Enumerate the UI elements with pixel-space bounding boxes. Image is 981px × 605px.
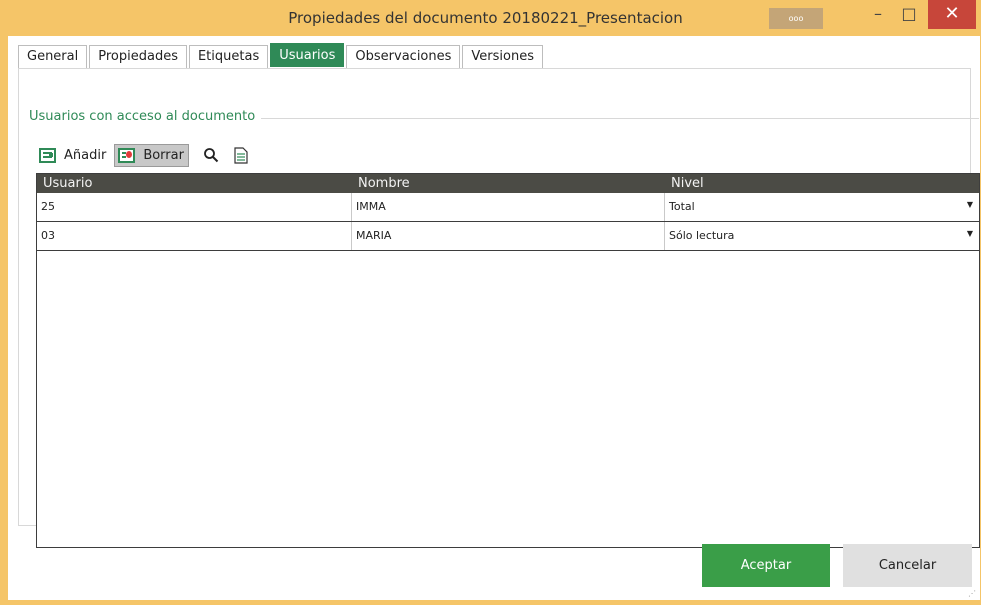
cell-usuario[interactable]: 25 <box>37 193 352 221</box>
search-icon[interactable] <box>200 144 222 166</box>
column-header-nivel[interactable]: Nivel <box>665 174 979 193</box>
add-button-label: Añadir <box>64 147 107 163</box>
dialog-body: General Propiedades Etiquetas Usuarios O… <box>8 36 980 600</box>
close-button[interactable]: ✕ <box>928 0 976 29</box>
toolbar: Añadir Borrar <box>35 143 252 167</box>
tab-panel: Usuarios con acceso al documento Añadir … <box>18 68 980 548</box>
cancel-button[interactable]: Cancelar <box>843 544 972 587</box>
accept-button[interactable]: Aceptar <box>702 544 830 587</box>
chevron-down-icon[interactable]: ▼ <box>967 222 973 246</box>
window-title: Propiedades del documento 20180221_Prese… <box>288 9 683 27</box>
minimize-button[interactable]: – <box>862 0 894 29</box>
delete-button-label: Borrar <box>143 147 184 163</box>
resize-grip-icon[interactable]: ⋰ <box>968 589 976 598</box>
table-row[interactable]: 25 IMMA Total ▼ <box>37 193 979 222</box>
column-header-usuario[interactable]: Usuario <box>37 174 352 193</box>
tab-general[interactable]: General <box>18 45 88 68</box>
tab-versiones[interactable]: Versiones <box>462 45 543 68</box>
tab-observaciones[interactable]: Observaciones <box>346 45 461 68</box>
tab-usuarios[interactable]: Usuarios <box>270 43 345 67</box>
add-button[interactable]: Añadir <box>35 144 111 167</box>
cell-nombre[interactable]: IMMA <box>352 193 665 221</box>
nivel-value: Sólo lectura <box>669 229 735 242</box>
cell-usuario[interactable]: 03 <box>37 222 352 250</box>
users-grid: Usuario Nombre Nivel 25 IMMA Total ▼ 03 … <box>36 173 980 548</box>
tab-strip: General Propiedades Etiquetas Usuarios O… <box>18 43 545 68</box>
properties-dialog: Propiedades del documento 20180221_Prese… <box>0 0 981 605</box>
grid-header: Usuario Nombre Nivel <box>37 174 979 193</box>
chevron-down-icon[interactable]: ▼ <box>967 193 973 217</box>
add-user-icon <box>39 147 56 163</box>
delete-button[interactable]: Borrar <box>114 143 189 167</box>
nivel-value: Total <box>669 200 695 213</box>
title-dots-badge[interactable]: ooo <box>769 8 823 29</box>
column-header-nombre[interactable]: Nombre <box>352 174 665 193</box>
tab-propiedades[interactable]: Propiedades <box>89 45 187 68</box>
document-icon[interactable] <box>230 144 252 166</box>
cell-nivel-select[interactable]: Total ▼ <box>665 193 979 221</box>
table-row[interactable]: 03 MARIA Sólo lectura ▼ <box>37 222 979 251</box>
group-title: Usuarios con acceso al documento <box>29 109 262 124</box>
title-bar[interactable]: Propiedades del documento 20180221_Prese… <box>0 0 981 36</box>
maximize-button[interactable]: □ <box>893 0 925 29</box>
tab-etiquetas[interactable]: Etiquetas <box>188 45 269 68</box>
cell-nivel-select[interactable]: Sólo lectura ▼ <box>665 222 979 250</box>
delete-user-icon <box>118 147 136 163</box>
cell-nombre[interactable]: MARIA <box>352 222 665 250</box>
